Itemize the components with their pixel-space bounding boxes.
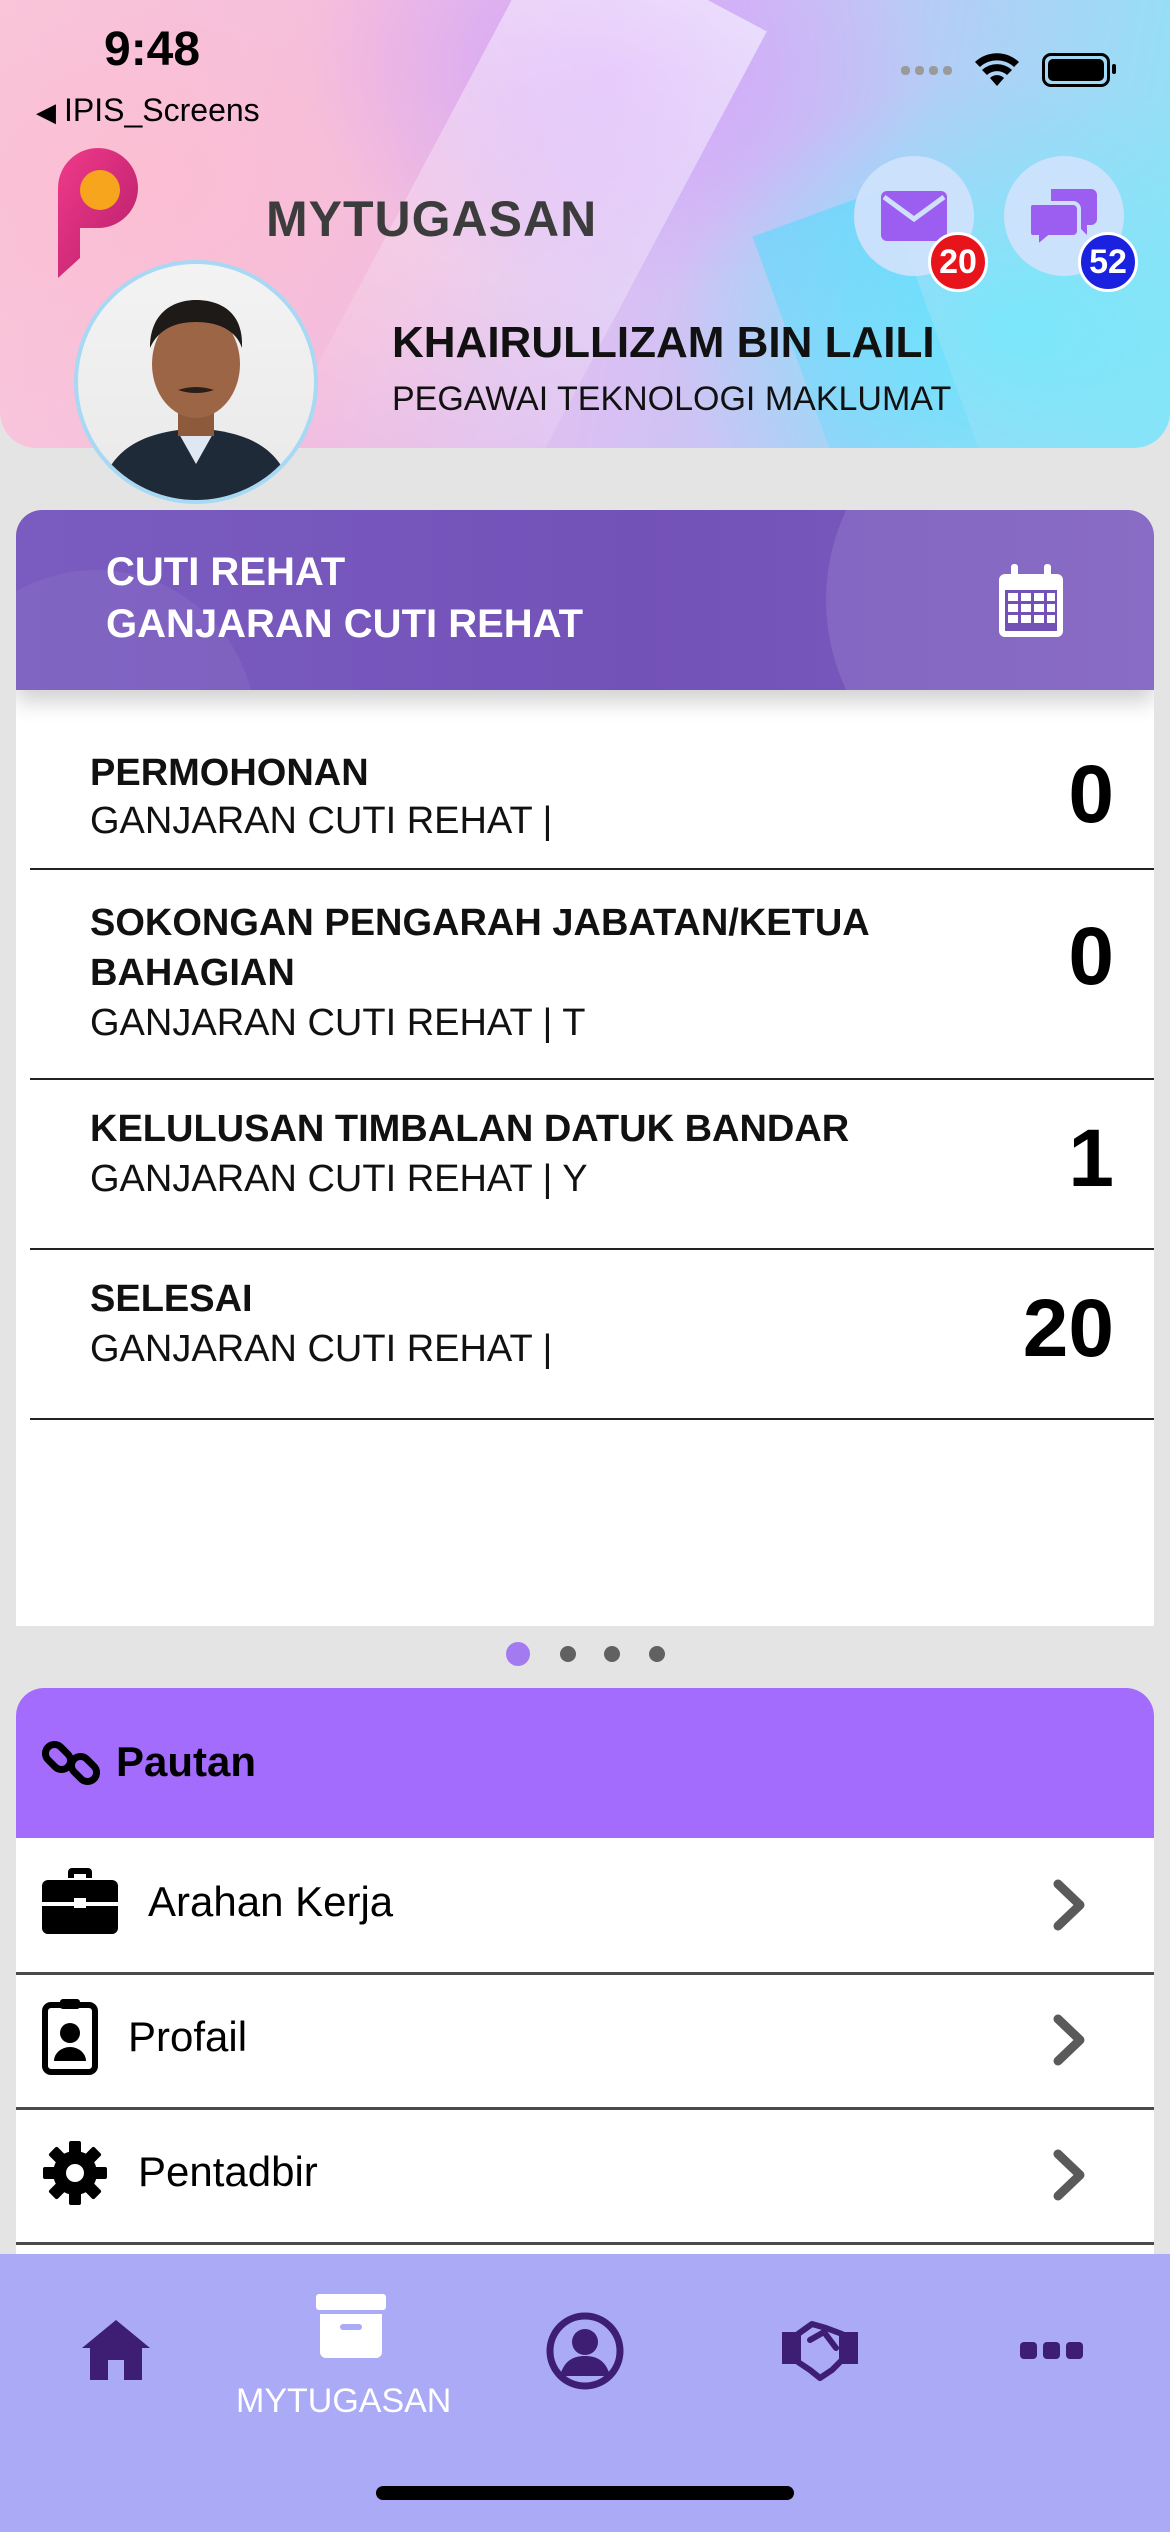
chevron-right-icon xyxy=(1053,1879,1085,1931)
app-logo-icon xyxy=(58,148,138,278)
status-title: SELESAI xyxy=(90,1278,253,1320)
user-role: PEGAWAI TEKNOLOGI MAKLUMAT xyxy=(392,380,952,418)
status-icons xyxy=(901,52,1116,88)
tab-mytugasan-label[interactable]: MYTUGASAN xyxy=(236,2382,451,2421)
links-card: Pautan Arahan Kerja Profail Pentadbir xyxy=(16,1688,1154,2288)
leave-summary-card[interactable]: CUTI REHAT GANJARAN CUTI REHAT PERMOHONA… xyxy=(16,510,1154,1626)
links-title: Pautan xyxy=(116,1738,257,1785)
link-label: Pentadbir xyxy=(138,2148,318,2195)
link-label: Arahan Kerja xyxy=(148,1878,394,1925)
status-title: PERMOHONAN xyxy=(90,752,369,794)
leave-status-row[interactable]: KELULUSAN TIMBALAN DATUK BANDAR GANJARAN… xyxy=(30,1080,1154,1250)
leave-category: CUTI REHAT xyxy=(106,550,346,594)
status-count: 1 xyxy=(1068,1113,1114,1204)
user-circle-icon[interactable] xyxy=(546,2312,624,2390)
status-count: 0 xyxy=(1068,749,1114,840)
gear-icon xyxy=(43,2141,107,2205)
links-header: Pautan xyxy=(16,1688,1154,1838)
home-indicator xyxy=(376,2486,794,2500)
mail-count-badge: 20 xyxy=(928,232,988,292)
more-icon[interactable] xyxy=(1020,2340,1084,2362)
status-subtitle: GANJARAN CUTI REHAT | T xyxy=(90,1002,586,1044)
link-label: Profail xyxy=(128,2013,248,2060)
chevron-right-icon xyxy=(1053,2149,1085,2201)
profile-photo xyxy=(98,300,294,500)
status-count: 20 xyxy=(1022,1283,1114,1374)
link-item-profail[interactable]: Profail xyxy=(16,1973,1154,2110)
page-dot-2[interactable] xyxy=(560,1646,576,1662)
link-chain-icon xyxy=(42,1740,100,1786)
archive-icon[interactable] xyxy=(316,2294,386,2358)
battery-icon xyxy=(1042,53,1116,87)
leave-card-header: CUTI REHAT GANJARAN CUTI REHAT xyxy=(16,510,1154,690)
cellular-signal-icon xyxy=(901,65,952,75)
page-indicator[interactable] xyxy=(0,1640,1170,1670)
status-title: SOKONGAN PENGARAH JABATAN/KETUA BAHAGIAN xyxy=(90,902,869,994)
handshake-icon[interactable] xyxy=(780,2318,860,2384)
user-name: KHAIRULLIZAM BIN LAILI xyxy=(392,318,935,367)
briefcase-icon xyxy=(42,1868,118,1934)
calendar-icon xyxy=(999,564,1063,637)
leave-status-row[interactable]: SOKONGAN PENGARAH JABATAN/KETUA BAHAGIAN… xyxy=(30,870,1154,1080)
back-link-label: IPIS_Screens xyxy=(64,92,260,128)
status-title: KELULUSAN TIMBALAN DATUK BANDAR xyxy=(90,1108,850,1150)
chevron-right-icon xyxy=(1053,2014,1085,2066)
home-icon[interactable] xyxy=(80,2318,152,2382)
status-subtitle: GANJARAN CUTI REHAT | xyxy=(90,1328,553,1370)
app-title: MYTUGASAN xyxy=(266,191,598,247)
link-item-arahan-kerja[interactable]: Arahan Kerja xyxy=(16,1838,1154,1975)
id-badge-icon xyxy=(42,1999,98,2075)
page-dot-3[interactable] xyxy=(604,1646,620,1662)
mail-icon xyxy=(881,191,947,241)
page-dot-1[interactable] xyxy=(506,1642,530,1666)
status-count: 0 xyxy=(1068,911,1114,1002)
avatar[interactable] xyxy=(74,260,318,504)
page-dot-4[interactable] xyxy=(649,1646,665,1662)
chat-count-badge: 52 xyxy=(1078,232,1138,292)
back-triangle-icon: ◀ xyxy=(36,97,56,127)
leave-subcategory: GANJARAN CUTI REHAT xyxy=(106,602,584,646)
status-time: 9:48 xyxy=(104,23,201,76)
leave-status-row[interactable]: SELESAI GANJARAN CUTI REHAT | 20 xyxy=(30,1250,1154,1420)
status-subtitle: GANJARAN CUTI REHAT | Y xyxy=(90,1158,588,1200)
wifi-icon xyxy=(975,53,1019,86)
screen: 9:48 ◀ IPIS_Screens MYTUGASAN 20 52 KHAI… xyxy=(0,0,1170,2532)
link-item-pentadbir[interactable]: Pentadbir xyxy=(16,2108,1154,2245)
back-to-app-link[interactable]: ◀ IPIS_Screens xyxy=(36,92,260,129)
leave-status-row[interactable]: PERMOHONAN GANJARAN CUTI REHAT | 0 xyxy=(30,690,1154,870)
status-subtitle: GANJARAN CUTI REHAT | xyxy=(90,800,553,842)
